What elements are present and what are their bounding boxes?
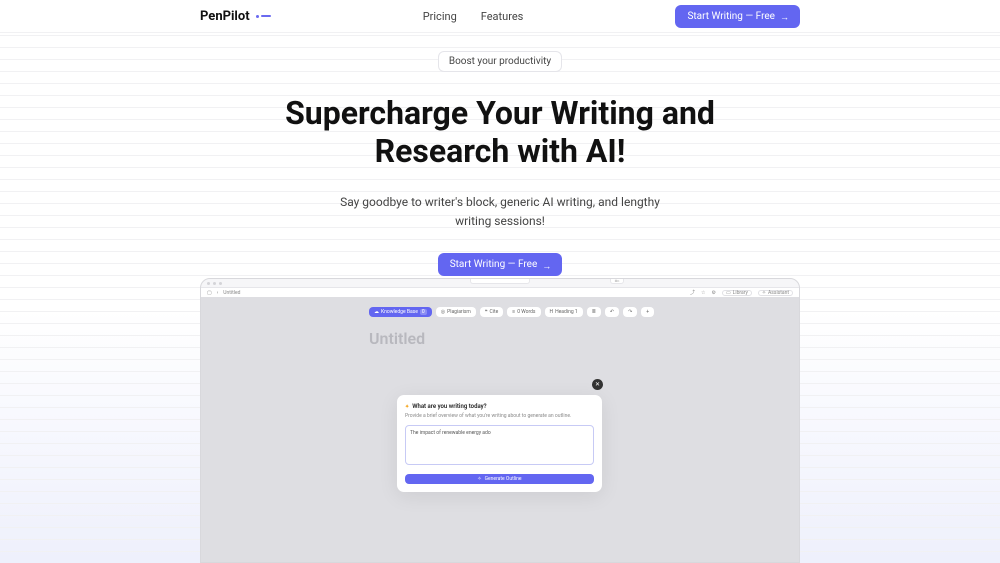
redo-icon: ↷ (628, 309, 632, 315)
hero-cta-label: Start Writing — Free (450, 259, 538, 270)
star-icon[interactable]: ☆ (701, 290, 705, 296)
nav-features[interactable]: Features (481, 10, 524, 23)
assistant-label: Assistant (768, 290, 789, 296)
undo-icon: ↶ (610, 309, 614, 315)
plagiarism-label: Plagiarism (447, 309, 471, 315)
modal-close-button[interactable]: ✕ (592, 379, 603, 390)
modal-subtitle: Provide a brief overview of what you're … (405, 413, 594, 419)
quote-icon: ❝ (485, 309, 488, 315)
hero-title: Supercharge Your Writing and Research wi… (270, 94, 730, 171)
kb-label: Knowledge Base (381, 309, 418, 315)
words-chip: ≡ 0 Words (507, 307, 540, 317)
header-cta-label: Start Writing — Free (687, 11, 775, 22)
arrow-right-icon (542, 261, 550, 269)
close-icon: ✕ (595, 381, 600, 388)
assistant-icon: ✧ (762, 290, 766, 296)
mockup-url-tab (470, 279, 530, 284)
mockup-search-pill: ⌘K (610, 279, 624, 284)
words-label: 0 Words (517, 309, 535, 315)
logo-wrap[interactable]: PenPilot (200, 9, 271, 24)
editor-toolbar: ☁ Knowledge Base 0 ◎ Plagiarism ❝ Cite ≡… (369, 307, 654, 317)
shield-icon: ◎ (441, 309, 445, 315)
library-icon: ▭ (726, 290, 731, 296)
site-header: PenPilot Pricing Features Start Writing … (0, 0, 1000, 33)
undo-chip[interactable]: ↶ (605, 307, 619, 317)
heading-label: Heading 1 (555, 309, 578, 315)
mockup-top-bar: ▢ ‹ Untitled ⤴ ☆ ⚙ ▭ Library ✧ Assistant (201, 288, 799, 297)
kb-chip[interactable]: ☁ Knowledge Base 0 (369, 307, 432, 317)
kb-count: 0 (420, 309, 427, 315)
generate-outline-label: Generate Outline (485, 476, 522, 482)
breadcrumb-title: Untitled (223, 290, 240, 296)
gear-icon[interactable]: ⚙ (711, 290, 715, 296)
hero-subtitle: Say goodbye to writer's block, generic A… (335, 193, 665, 231)
logo-text: PenPilot (200, 9, 250, 24)
app-mockup: ⌘K ▢ ‹ Untitled ⤴ ☆ ⚙ ▭ Library ✧ Assist… (200, 278, 800, 563)
nav: Pricing Features (423, 10, 524, 23)
assistant-button[interactable]: ✧ Assistant (758, 290, 793, 296)
heading-icon: H (550, 309, 554, 315)
window-dot-icon (219, 282, 222, 285)
cloud-icon: ☁ (374, 309, 379, 315)
plus-icon: + (646, 309, 649, 315)
window-dot-icon (213, 282, 216, 285)
add-chip[interactable]: + (641, 307, 654, 317)
hero-section: Boost your productivity Supercharge Your… (0, 33, 1000, 276)
align-icon: ≣ (592, 309, 596, 315)
modal-input[interactable] (405, 425, 594, 465)
modal-title-text: What are you writing today? (412, 403, 486, 410)
heading-chip[interactable]: H Heading 1 (545, 307, 583, 317)
logo-decoration-icon (256, 15, 271, 18)
upload-icon[interactable]: ⤴ (690, 289, 695, 296)
library-label: Library (733, 290, 748, 296)
redo-chip[interactable]: ↷ (623, 307, 637, 317)
window-dot-icon (207, 282, 210, 285)
hero-badge: Boost your productivity (438, 51, 562, 72)
document-title[interactable]: Untitled (369, 329, 425, 348)
cite-label: Cite (490, 309, 499, 315)
arrow-right-icon (780, 12, 788, 20)
sidebar-toggle-icon[interactable]: ▢ (207, 290, 212, 296)
generate-outline-button[interactable]: ✧ Generate Outline (405, 474, 594, 484)
cite-chip[interactable]: ❝ Cite (480, 307, 503, 317)
text-icon: ≡ (512, 309, 515, 315)
modal-title: ✦ What are you writing today? (405, 403, 594, 410)
wand-icon: ✧ (477, 476, 481, 482)
header-cta-button[interactable]: Start Writing — Free (675, 5, 800, 28)
library-button[interactable]: ▭ Library (722, 290, 752, 296)
align-chip[interactable]: ≣ (587, 307, 601, 317)
plagiarism-chip[interactable]: ◎ Plagiarism (436, 307, 476, 317)
outline-modal: ✦ What are you writing today? Provide a … (397, 395, 602, 492)
hero-cta-button[interactable]: Start Writing — Free (438, 253, 563, 276)
nav-pricing[interactable]: Pricing (423, 10, 457, 23)
mockup-window-chrome: ⌘K (201, 279, 799, 288)
sparkle-icon: ✦ (405, 404, 409, 410)
breadcrumb-back[interactable]: ‹ (217, 290, 219, 296)
